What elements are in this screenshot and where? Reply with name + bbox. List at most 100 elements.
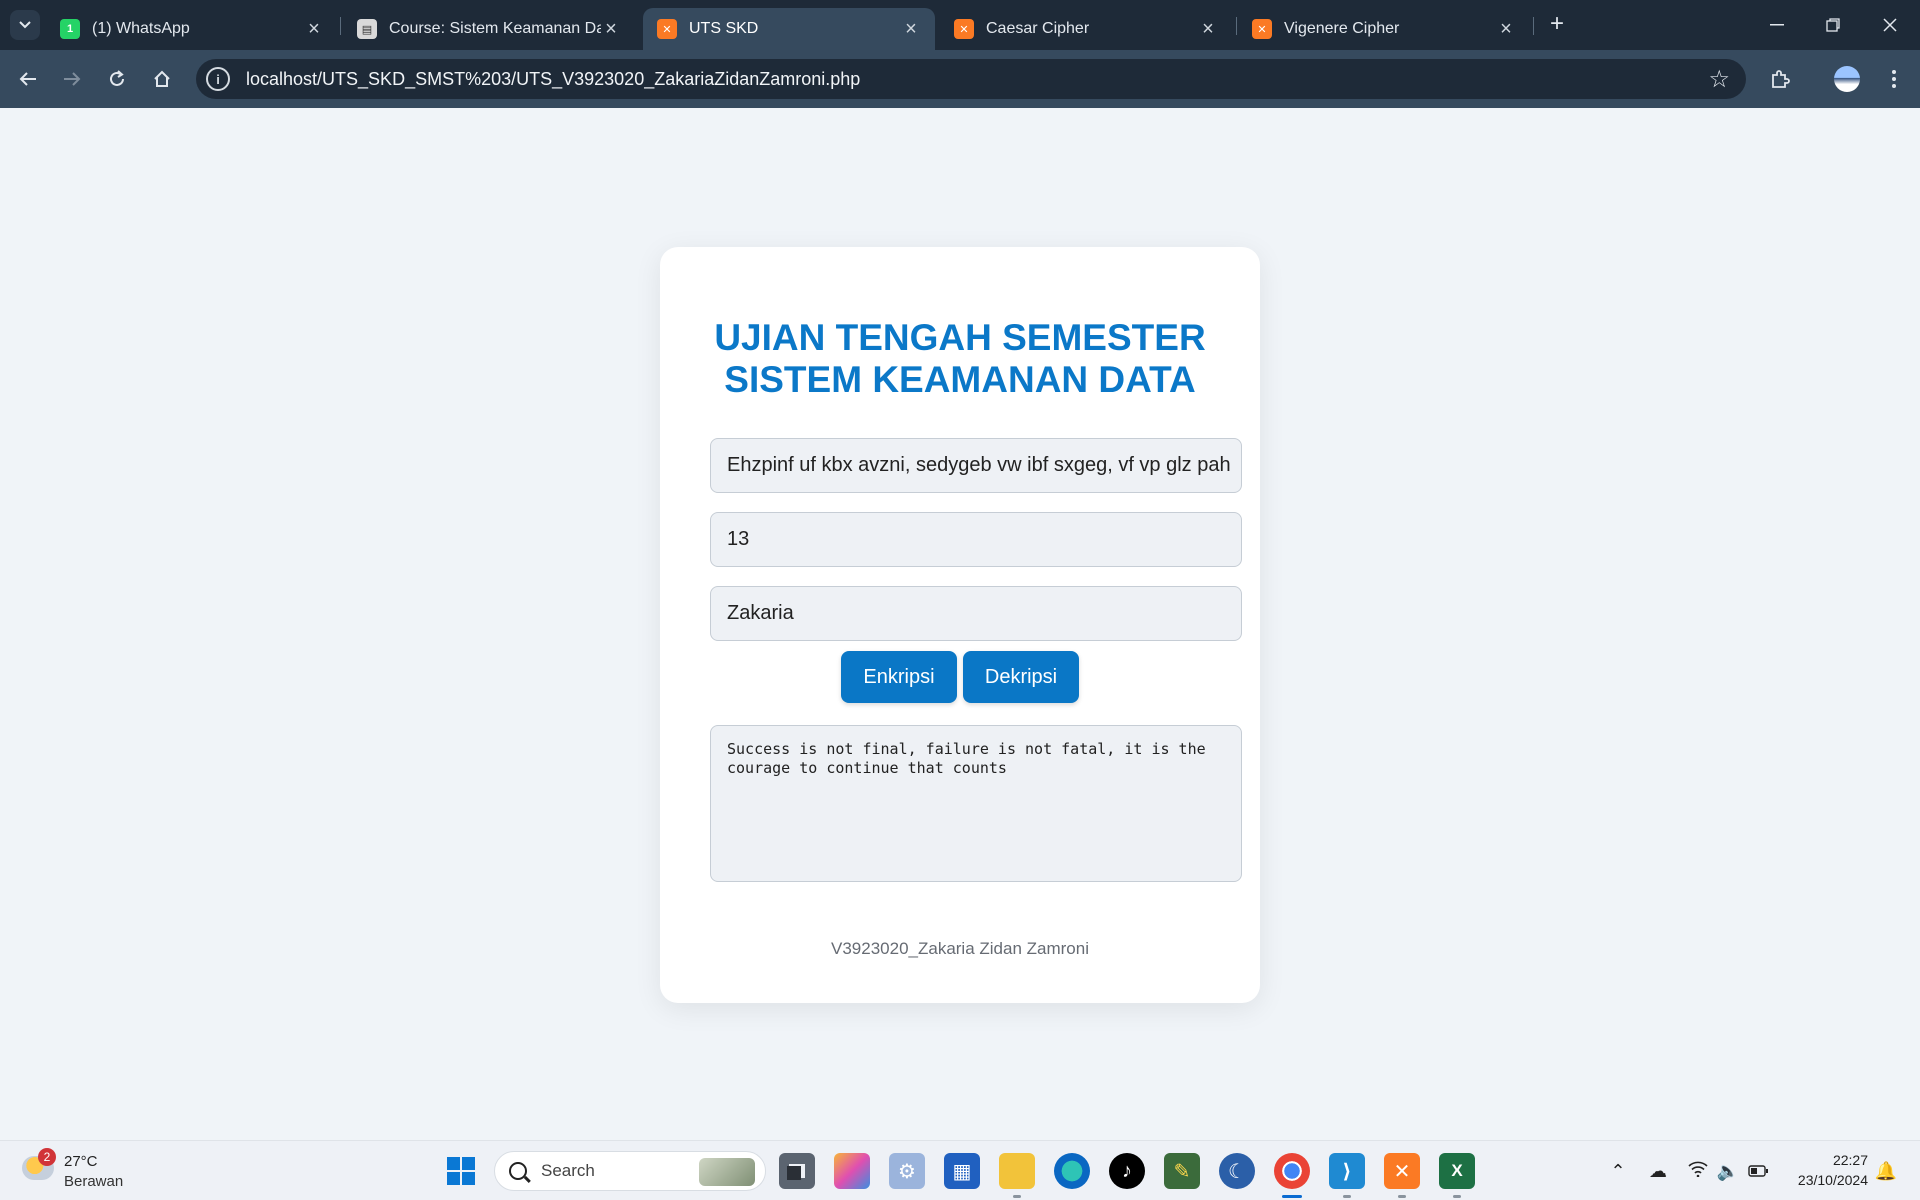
tab-vigenere-cipher[interactable]: ✕ Vigenere Cipher × <box>1238 8 1530 50</box>
wifi-icon[interactable] <box>1684 1155 1712 1187</box>
shift-input[interactable]: 13 <box>710 512 1242 567</box>
close-window-button[interactable] <box>1862 0 1918 50</box>
decrypt-button[interactable]: Dekripsi <box>963 651 1079 703</box>
weather-widget[interactable]: 2 27°C Berawan <box>22 1148 132 1192</box>
browser-menu-button[interactable] <box>1878 63 1910 95</box>
clock-time: 22:27 <box>1832 1152 1868 1168</box>
close-icon <box>1883 18 1897 32</box>
notification-badge: 2 <box>38 1148 56 1166</box>
star-icon[interactable]: ☆ <box>1708 65 1730 94</box>
cipher-form-card: UJIAN TENGAH SEMESTER SISTEM KEAMANAN DA… <box>660 247 1260 1003</box>
tab-course[interactable]: ▤ Course: Sistem Keamanan Data × <box>343 8 635 50</box>
profile-avatar[interactable] <box>1834 66 1860 92</box>
close-icon[interactable]: × <box>901 18 921 41</box>
home-icon <box>154 70 170 87</box>
tab-caesar-cipher[interactable]: ✕ Caesar Cipher × <box>940 8 1232 50</box>
xampp-icon: ✕ <box>1252 19 1272 39</box>
cloud-sync-icon[interactable]: ☁ <box>1644 1155 1672 1187</box>
author-footer: V3923020_Zakaria Zidan Zamroni <box>831 939 1089 958</box>
url-text[interactable]: localhost/UTS_SKD_SMST%203/UTS_V3923020_… <box>246 69 860 90</box>
whatsapp-icon: 1 <box>60 19 80 39</box>
battery-icon[interactable] <box>1744 1155 1772 1187</box>
file-explorer-icon[interactable] <box>999 1153 1035 1189</box>
tab-title: Course: Sistem Keamanan Data <box>389 20 601 37</box>
minimize-icon <box>1770 24 1784 26</box>
reload-button[interactable] <box>101 63 133 95</box>
excel-icon[interactable]: X <box>1439 1153 1475 1189</box>
info-icon[interactable]: i <box>206 67 230 91</box>
vscode-icon[interactable]: ⟩ <box>1329 1153 1365 1189</box>
volume-icon[interactable]: 🔈 <box>1714 1155 1742 1187</box>
title-line-1: UJIAN TENGAH SEMESTER <box>714 317 1206 358</box>
weather-condition: Berawan <box>64 1173 124 1190</box>
search-label: Search <box>541 1161 595 1180</box>
chevron-down-icon <box>19 21 31 29</box>
title-line-2: SISTEM KEAMANAN DATA <box>724 359 1196 400</box>
tab-separator <box>1236 17 1237 35</box>
close-icon[interactable]: × <box>1496 18 1516 41</box>
tab-uts-skd[interactable]: ✕ UTS SKD × <box>643 8 935 50</box>
windows-logo-icon <box>447 1157 475 1185</box>
bell-icon[interactable]: 🔔 <box>1872 1155 1900 1187</box>
arrow-left-icon <box>19 72 36 86</box>
active-indicator <box>1282 1195 1302 1198</box>
store-icon[interactable]: ▦ <box>944 1153 980 1189</box>
extensions-button[interactable] <box>1764 63 1796 95</box>
encrypt-button[interactable]: Enkripsi <box>841 651 957 703</box>
copilot-icon[interactable] <box>834 1153 870 1189</box>
chrome-icon[interactable] <box>1274 1153 1310 1189</box>
output-textarea[interactable]: Success is not final, failure is not fat… <box>710 725 1242 882</box>
task-view-icon[interactable] <box>779 1153 815 1189</box>
restore-icon <box>1826 18 1840 32</box>
page-viewport: UJIAN TENGAH SEMESTER SISTEM KEAMANAN DA… <box>0 108 1920 1140</box>
course-icon: ▤ <box>357 19 377 39</box>
browser-app-icon[interactable]: ☾ <box>1219 1153 1255 1189</box>
puzzle-icon <box>1772 70 1790 88</box>
tab-search-button[interactable] <box>10 10 40 40</box>
browser-toolbar: i localhost/UTS_SKD_SMST%203/UTS_V392302… <box>0 50 1920 108</box>
edge-icon[interactable] <box>1054 1153 1090 1189</box>
tab-separator <box>340 17 341 35</box>
tiktok-icon[interactable]: ♪ <box>1109 1153 1145 1189</box>
windows-taskbar: 2 27°C Berawan Search ⚙ ▦ ♪ ✎ ☾ ⟩ ✕ X ⌃ … <box>0 1140 1920 1200</box>
tab-title: Vigenere Cipher <box>1284 20 1400 37</box>
search-highlight-image <box>699 1158 755 1186</box>
tab-title: (1) WhatsApp <box>92 20 190 37</box>
close-icon[interactable]: × <box>1198 18 1218 41</box>
running-indicator <box>1013 1195 1021 1198</box>
page-title: UJIAN TENGAH SEMESTER SISTEM KEAMANAN DA… <box>660 317 1260 401</box>
search-icon <box>509 1162 527 1180</box>
close-icon[interactable]: × <box>304 18 324 41</box>
back-button[interactable] <box>12 63 44 95</box>
start-button[interactable] <box>443 1153 479 1189</box>
app-icon[interactable]: ✎ <box>1164 1153 1200 1189</box>
plaintext-input[interactable]: Ehzpinf uf kbx avzni, sedygeb vw ibf sxg… <box>710 438 1242 493</box>
running-indicator <box>1398 1195 1406 1198</box>
close-icon[interactable]: × <box>601 18 621 41</box>
tab-title: UTS SKD <box>689 20 759 37</box>
taskbar-search[interactable]: Search <box>494 1151 766 1191</box>
tab-whatsapp[interactable]: 1 (1) WhatsApp × <box>46 8 338 50</box>
clock-date: 23/10/2024 <box>1797 1172 1868 1188</box>
forward-button[interactable] <box>56 63 88 95</box>
running-indicator <box>1343 1195 1351 1198</box>
reload-icon <box>110 70 124 86</box>
new-tab-button[interactable]: + <box>1542 10 1572 40</box>
arrow-right-icon <box>64 72 81 86</box>
running-indicator <box>1453 1195 1461 1198</box>
settings-gear-icon[interactable]: ⚙ <box>889 1153 925 1189</box>
tab-separator <box>1533 17 1534 35</box>
system-clock[interactable]: 22:27 23/10/2024 <box>1780 1150 1868 1190</box>
restore-button[interactable] <box>1805 0 1861 50</box>
tab-strip: 1 (1) WhatsApp × ▤ Course: Sistem Keaman… <box>0 0 1920 50</box>
weather-temperature: 27°C <box>64 1153 98 1170</box>
tab-title: Caesar Cipher <box>986 20 1090 37</box>
key-input[interactable]: Zakaria <box>710 586 1242 641</box>
xampp-icon: ✕ <box>657 19 677 39</box>
chevron-up-icon[interactable]: ⌃ <box>1604 1155 1632 1187</box>
address-bar[interactable]: i localhost/UTS_SKD_SMST%203/UTS_V392302… <box>196 59 1746 99</box>
xampp-icon[interactable]: ✕ <box>1384 1153 1420 1189</box>
home-button[interactable] <box>146 63 178 95</box>
kebab-menu-icon <box>1892 70 1896 88</box>
minimize-button[interactable] <box>1749 0 1805 50</box>
